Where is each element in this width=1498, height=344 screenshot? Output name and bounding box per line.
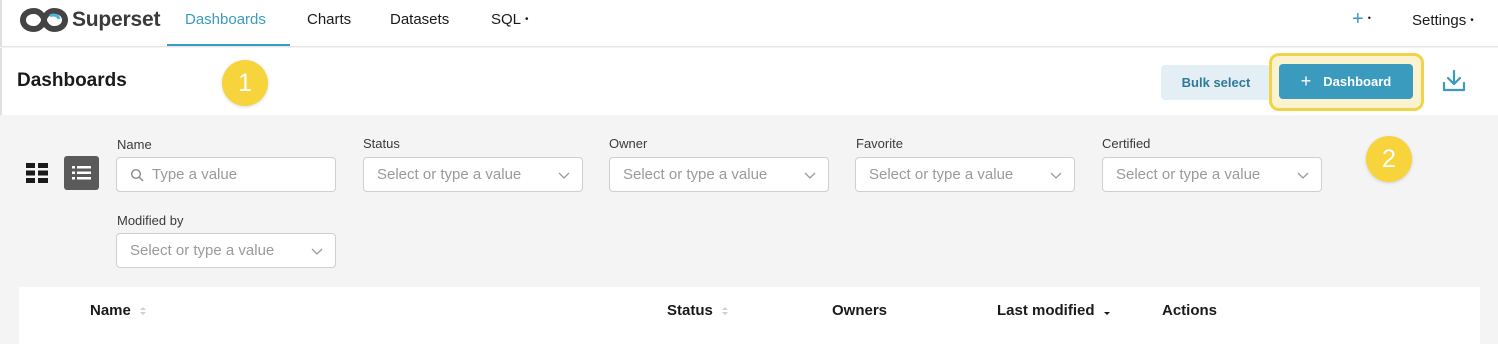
- sort-icon: [139, 306, 146, 315]
- nav-sql-label: SQL: [491, 11, 522, 28]
- grid-view-icon[interactable]: [25, 162, 49, 184]
- settings-menu[interactable]: Settings •: [1412, 12, 1474, 29]
- caret-dot-icon: •: [525, 14, 529, 25]
- nav-charts[interactable]: Charts: [307, 11, 351, 28]
- filter-label-favorite: Favorite: [856, 136, 903, 151]
- column-header-actions-label: Actions: [1162, 302, 1218, 319]
- column-header-status-label: Status: [667, 302, 713, 319]
- column-header-last-modified[interactable]: Last modified: [997, 302, 1111, 319]
- dashboards-table: Name Status Owners Last modified Actions: [19, 287, 1480, 344]
- sort-desc-icon: [1103, 306, 1110, 315]
- certified-select-placeholder: Select or type a value: [1116, 166, 1261, 183]
- list-view-icon: [72, 166, 91, 180]
- plus-icon: +: [1300, 71, 1312, 91]
- modified-by-select[interactable]: Select or type a value: [116, 233, 336, 268]
- download-icon[interactable]: [1441, 68, 1467, 94]
- add-dashboard-label: Dashboard: [1323, 74, 1392, 89]
- list-view-button[interactable]: [64, 156, 99, 190]
- column-header-name[interactable]: Name: [90, 302, 147, 319]
- plus-icon: +: [1352, 8, 1364, 30]
- page-header: Dashboards 1 Bulk select + Dashboard: [0, 48, 1498, 115]
- step-badge-1: 1: [222, 60, 268, 106]
- settings-label: Settings: [1412, 12, 1467, 29]
- chevron-down-icon: [558, 172, 570, 179]
- new-menu[interactable]: + •: [1352, 8, 1371, 31]
- column-header-actions: Actions: [1162, 302, 1217, 319]
- nav-sql[interactable]: SQL •: [491, 11, 529, 28]
- filter-label-owner: Owner: [609, 136, 648, 151]
- column-header-owners-label: Owners: [832, 302, 888, 319]
- top-nav: Superset Dashboards Charts Datasets SQL •…: [0, 0, 1498, 47]
- filter-label-modified-by: Modified by: [117, 213, 184, 228]
- active-tab-underline: [167, 44, 290, 46]
- nav-dashboards[interactable]: Dashboards: [185, 11, 266, 28]
- caret-dot-icon: •: [1367, 13, 1371, 23]
- column-header-status[interactable]: Status: [667, 302, 729, 319]
- status-select-placeholder: Select or type a value: [377, 166, 522, 183]
- name-search-placeholder: Type a value: [152, 166, 238, 183]
- filter-label-status: Status: [363, 136, 400, 151]
- chevron-down-icon: [804, 172, 816, 179]
- owner-select[interactable]: Select or type a value: [609, 157, 829, 192]
- bulk-select-button[interactable]: Bulk select: [1161, 65, 1271, 100]
- search-icon: [130, 168, 144, 181]
- certified-select[interactable]: Select or type a value: [1102, 157, 1322, 192]
- nav-datasets[interactable]: Datasets: [390, 11, 449, 28]
- step-badge-2: 2: [1366, 136, 1412, 182]
- chevron-down-icon: [1297, 172, 1309, 179]
- filter-label-certified: Certified: [1102, 136, 1151, 151]
- page-title: Dashboards: [17, 70, 127, 91]
- add-dashboard-button[interactable]: + Dashboard: [1279, 64, 1413, 99]
- owner-select-placeholder: Select or type a value: [623, 166, 768, 183]
- sort-icon: [721, 306, 728, 315]
- status-select[interactable]: Select or type a value: [363, 157, 583, 192]
- brand[interactable]: Superset: [20, 6, 160, 34]
- column-header-name-label: Name: [90, 302, 131, 319]
- caret-dot-icon: •: [1470, 15, 1474, 26]
- column-header-last-modified-label: Last modified: [997, 302, 1095, 319]
- modified-by-select-placeholder: Select or type a value: [130, 242, 275, 259]
- name-search-input[interactable]: Type a value: [116, 157, 336, 192]
- brand-name: Superset: [72, 8, 161, 31]
- chevron-down-icon: [311, 248, 323, 255]
- favorite-select-placeholder: Select or type a value: [869, 166, 1014, 183]
- favorite-select[interactable]: Select or type a value: [855, 157, 1075, 192]
- column-header-owners: Owners: [832, 302, 887, 319]
- chevron-down-icon: [1050, 172, 1062, 179]
- filter-label-name: Name: [117, 137, 152, 152]
- superset-logo-icon: [20, 7, 68, 33]
